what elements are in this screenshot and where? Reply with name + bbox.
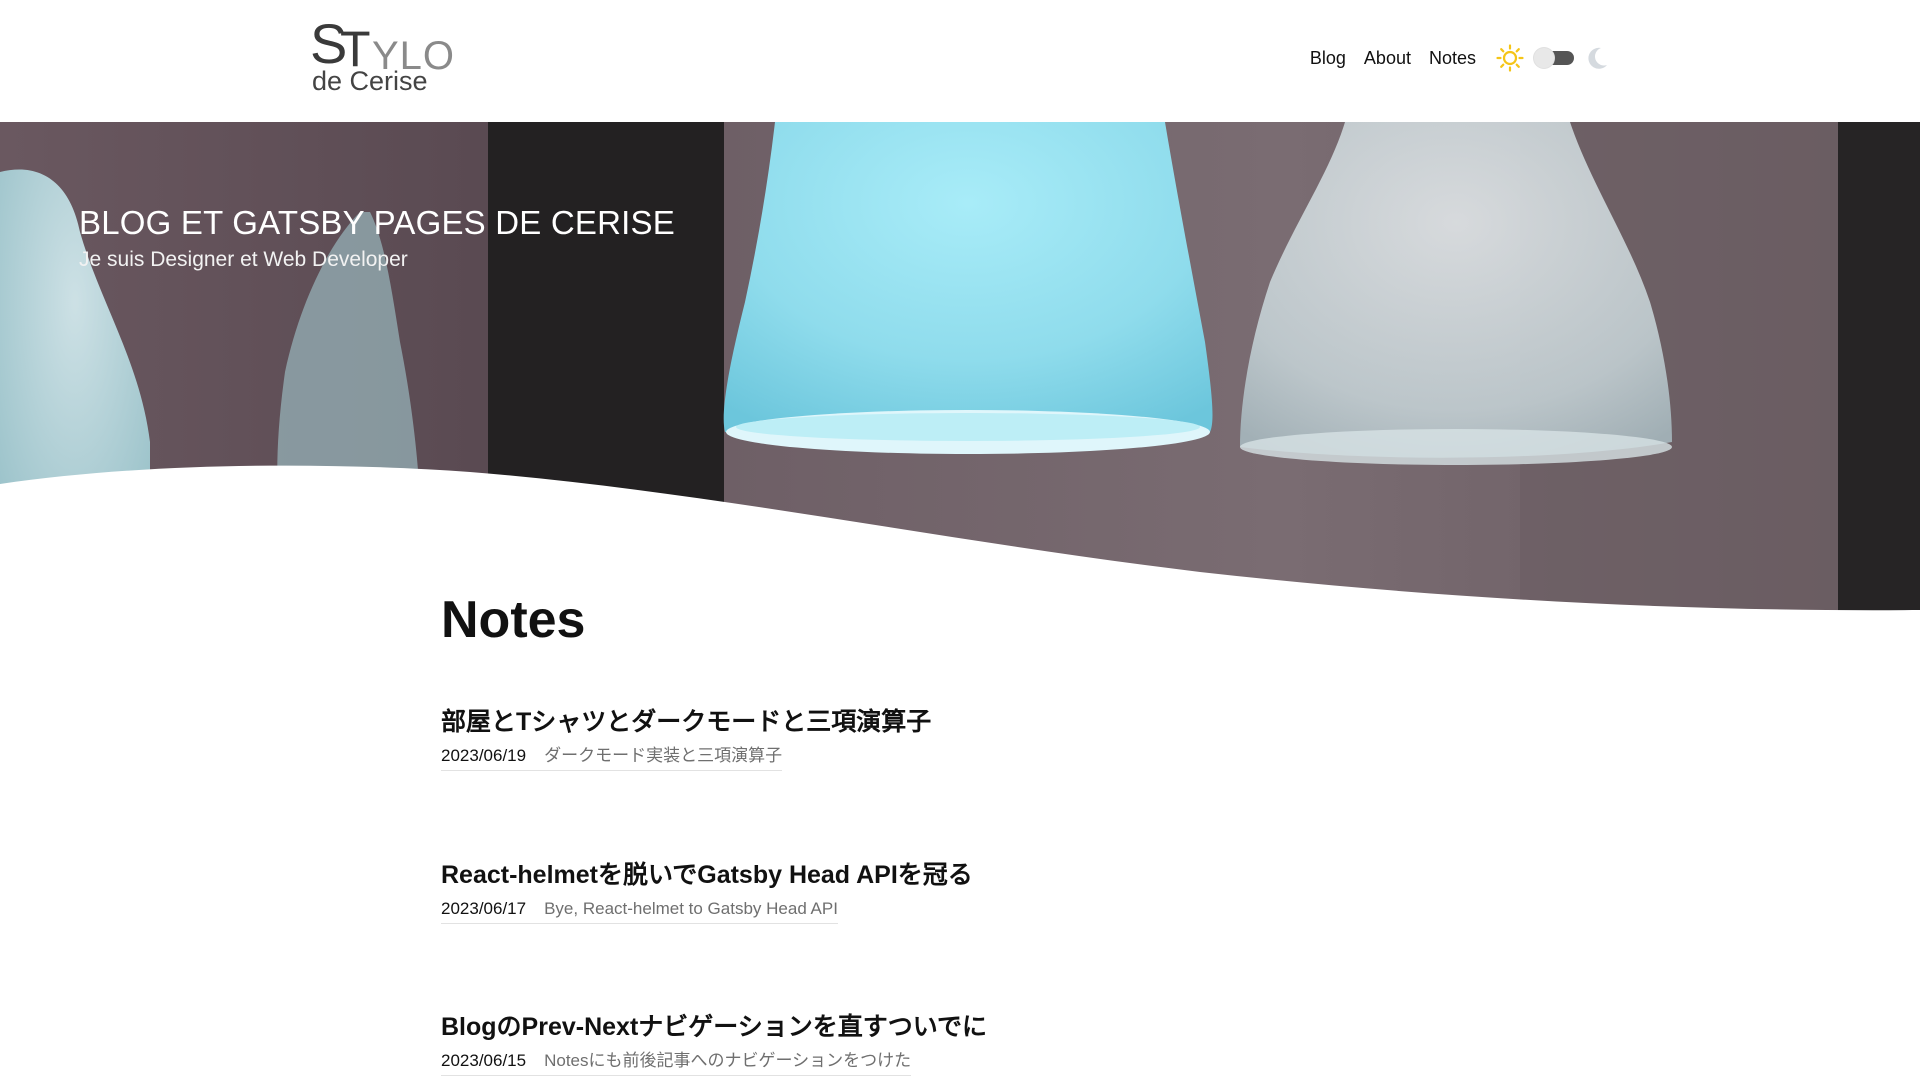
note-date: 2023/06/15 bbox=[441, 1051, 527, 1070]
main-content: Notes 部屋とTシャツとダークモードと三項演算子 2023/06/19 ダー… bbox=[441, 590, 1541, 1076]
main-nav: Blog About Notes bbox=[1310, 40, 1610, 76]
note-title[interactable]: 部屋とTシャツとダークモードと三項演算子 bbox=[441, 706, 931, 738]
note-date: 2023/06/17 bbox=[441, 899, 527, 918]
nav-link-about[interactable]: About bbox=[1364, 48, 1411, 69]
note-item[interactable]: BlogのPrev-Nextナビゲーションを直すついでに 2023/06/15 … bbox=[441, 1011, 987, 1076]
sun-icon[interactable] bbox=[1496, 44, 1524, 72]
note-title[interactable]: React-helmetを脱いでGatsby Head APIを冠る bbox=[441, 859, 973, 891]
site-header: S T YLO de Cerise Blog About Notes bbox=[0, 0, 1920, 122]
nav-link-blog[interactable]: Blog bbox=[1310, 48, 1346, 69]
note-meta: 2023/06/17 Bye, React-helmet to Gatsby H… bbox=[441, 899, 838, 924]
hero-wave-divider bbox=[0, 465, 1920, 612]
note-item[interactable]: 部屋とTシャツとダークモードと三項演算子 2023/06/19 ダークモード実装… bbox=[441, 706, 931, 771]
note-meta: 2023/06/19 ダークモード実装と三項演算子 bbox=[441, 746, 783, 771]
note-date: 2023/06/19 bbox=[441, 746, 527, 765]
logo-subtext: de Cerise bbox=[312, 66, 428, 96]
note-description: Notesにも前後記事へのナビゲーションをつけた bbox=[544, 1051, 912, 1070]
page-title: Notes bbox=[441, 591, 586, 649]
moon-icon[interactable] bbox=[1584, 45, 1610, 71]
note-description: Bye, React-helmet to Gatsby Head API bbox=[544, 899, 838, 918]
dark-mode-toggle[interactable] bbox=[1534, 48, 1574, 68]
note-title[interactable]: BlogのPrev-Nextナビゲーションを直すついでに bbox=[441, 1011, 987, 1043]
note-meta: 2023/06/15 Notesにも前後記事へのナビゲーションをつけた bbox=[441, 1051, 912, 1076]
hero-banner: BLOG ET GATSBY PAGES DE CERISE Je suis D… bbox=[0, 122, 1920, 612]
toggle-knob bbox=[1534, 48, 1554, 68]
theme-switcher bbox=[1496, 44, 1610, 72]
site-logo[interactable]: S T YLO de Cerise bbox=[310, 16, 460, 102]
nav-link-notes[interactable]: Notes bbox=[1429, 48, 1476, 69]
note-item[interactable]: React-helmetを脱いでGatsby Head APIを冠る 2023/… bbox=[441, 859, 973, 924]
note-description: ダークモード実装と三項演算子 bbox=[544, 746, 783, 765]
